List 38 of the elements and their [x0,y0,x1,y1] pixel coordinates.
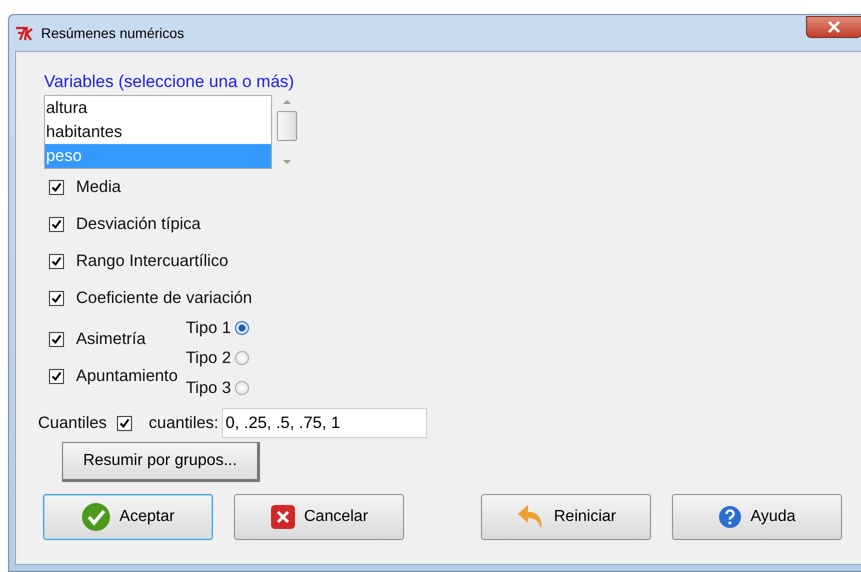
checkbox[interactable] [49,369,64,384]
radio-label: Tipo 3 [186,378,232,398]
field-label: cuantiles: [148,414,219,432]
quantiles-label: Cuantiles [38,414,107,432]
help-icon [718,505,742,529]
variable-item[interactable]: habitantes [45,120,271,144]
option-label: Desviación típica [76,215,201,234]
variable-item[interactable]: altura [45,96,271,120]
app-logo-icon [15,25,35,41]
checkbox[interactable] [49,217,64,232]
radio-button[interactable] [235,381,250,395]
checkbox[interactable] [49,180,64,195]
option-label: Asimetría [76,330,146,349]
group-summary-button[interactable]: Resumir por grupos... [62,442,260,482]
option-label: Media [76,178,121,197]
variables-listbox[interactable]: altura habitantes peso [44,95,272,169]
variables-label: Variables (seleccione una o más) [44,72,294,92]
option-label: Rango Intercuartílico [76,252,228,271]
checkbox[interactable] [49,254,64,269]
radio-label: Tipo 2 [186,348,232,368]
radio-label: Tipo 1 [186,318,232,338]
close-button[interactable] [806,16,861,38]
checkbox[interactable] [116,416,132,430]
radio-button[interactable] [235,351,250,365]
close-icon [270,504,296,530]
radio-button[interactable] [235,321,250,335]
option-label: Coeficiente de variación [76,289,252,308]
reset-button[interactable]: Reiniciar [481,494,651,540]
checkbox[interactable] [49,332,64,347]
checkmark-icon [81,502,112,532]
quantiles-field[interactable]: 0, .25, .5, .75, 1 [222,408,427,438]
close-icon [827,21,841,33]
option-label: Apuntamiento [76,367,178,386]
window-title: Resúmenes numéricos [41,25,184,41]
accept-button[interactable]: Aceptar [43,494,213,540]
cancel-button[interactable]: Cancelar [234,494,404,540]
checkbox[interactable] [49,291,64,306]
help-button[interactable]: Ayuda [672,494,842,540]
